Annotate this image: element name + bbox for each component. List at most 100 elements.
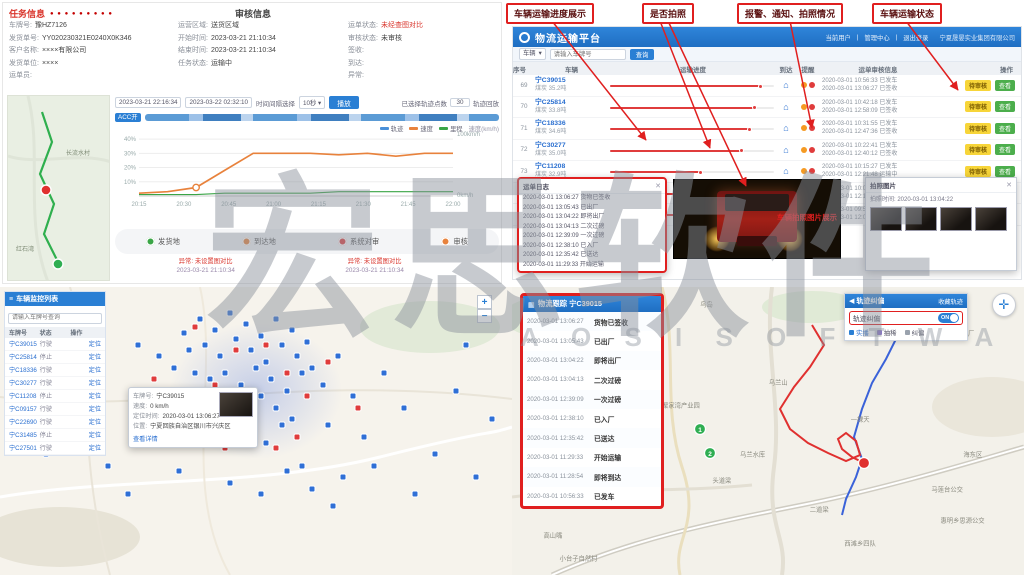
notify-icon[interactable] xyxy=(809,104,815,110)
vehicle-marker-blue[interactable] xyxy=(213,328,218,333)
correction-option[interactable]: 纠偏 xyxy=(905,328,925,337)
vehicle-marker-blue[interactable] xyxy=(279,423,284,428)
tracking-entry[interactable]: 2020-03-01 11:28:54即将到达 xyxy=(523,467,661,486)
vehicle-marker-red[interactable] xyxy=(274,446,279,451)
status-badge[interactable]: 待审核 xyxy=(965,101,991,112)
vehicle-marker-red[interactable] xyxy=(356,405,361,410)
zoom-in-button[interactable]: + xyxy=(477,295,492,309)
view-button[interactable]: 查看 xyxy=(995,123,1015,134)
tracking-entry[interactable]: 2020-03-01 12:35:42已送达 xyxy=(523,428,661,447)
vehicle-marker-blue[interactable] xyxy=(187,348,192,353)
view-button[interactable]: 查看 xyxy=(995,101,1015,112)
vehicle-marker-blue[interactable] xyxy=(274,316,279,321)
status-badge[interactable]: 待审核 xyxy=(965,123,991,134)
vehicle-marker-red[interactable] xyxy=(192,325,197,330)
compass-control[interactable]: ✛ xyxy=(992,293,1016,317)
close-icon[interactable]: ✕ xyxy=(655,182,661,190)
vehicle-marker-blue[interactable] xyxy=(289,328,294,333)
vehicle-marker-red[interactable] xyxy=(284,371,289,376)
tracking-entry[interactable]: 2020-03-01 13:05:43已出厂 xyxy=(523,331,661,350)
view-button[interactable]: 查看 xyxy=(995,80,1015,91)
vehicle-marker-blue[interactable] xyxy=(300,371,305,376)
vehicle-marker-blue[interactable] xyxy=(335,354,340,359)
vehicle-marker-red[interactable] xyxy=(264,342,269,347)
vehicle-marker-blue[interactable] xyxy=(223,371,228,376)
locate-link[interactable]: 定位 xyxy=(70,430,101,439)
vehicle-marker-blue[interactable] xyxy=(105,463,110,468)
vehicle-marker-blue[interactable] xyxy=(382,371,387,376)
vehicle-monitor-map[interactable]: ≡ 车辆监控列表 车牌号状态操作 宁C39015行驶定位宁C25814停止定位宁… xyxy=(0,287,512,575)
vehicle-marker-blue[interactable] xyxy=(474,475,479,480)
vehicle-marker-blue[interactable] xyxy=(330,503,335,508)
search-button[interactable]: 查询 xyxy=(630,49,655,60)
tracking-entry[interactable]: 2020-03-01 13:04:13二次过磅 xyxy=(523,370,661,389)
monitor-search-input[interactable] xyxy=(8,313,102,324)
vehicle-marker-blue[interactable] xyxy=(269,377,274,382)
vehicle-photo[interactable]: 车辆拍照图片展示 xyxy=(673,179,841,259)
vehicle-marker-blue[interactable] xyxy=(274,405,279,410)
vehicle-marker-blue[interactable] xyxy=(156,354,161,359)
vehicle-marker-blue[interactable] xyxy=(361,434,366,439)
notify-icon[interactable] xyxy=(809,125,815,131)
vehicle-marker-blue[interactable] xyxy=(489,417,494,422)
points-input[interactable]: 30 xyxy=(450,98,470,107)
timeline-node[interactable]: 发货地 xyxy=(146,237,180,247)
notify-icon[interactable] xyxy=(809,82,815,88)
vehicle-marker-red[interactable] xyxy=(233,348,238,353)
vehicle-marker-blue[interactable] xyxy=(284,469,289,474)
vehicle-select[interactable]: 车辆▾ xyxy=(519,48,546,60)
monitor-list-item[interactable]: 宁C31485停止定位 xyxy=(5,429,105,442)
tracking-entry[interactable]: 2020-03-01 10:56:33已发车 xyxy=(523,487,661,506)
vehicle-marker-blue[interactable] xyxy=(300,463,305,468)
tracking-entry[interactable]: 2020-03-01 12:38:10已入厂 xyxy=(523,409,661,428)
status-badge[interactable]: 待审核 xyxy=(965,144,991,155)
acc-status-bar[interactable] xyxy=(145,114,499,121)
vehicle-marker-blue[interactable] xyxy=(289,417,294,422)
play-button[interactable]: 播放 xyxy=(329,96,359,109)
map-pin-red[interactable] xyxy=(41,185,51,195)
zoom-out-button[interactable]: − xyxy=(477,309,492,323)
vehicle-marker-blue[interactable] xyxy=(228,480,233,485)
view-button[interactable]: 查看 xyxy=(995,144,1015,155)
locate-link[interactable]: 定位 xyxy=(70,417,101,426)
locate-link[interactable]: 定位 xyxy=(70,443,101,452)
vehicle-marker-blue[interactable] xyxy=(259,394,264,399)
correction-option[interactable]: 实播 xyxy=(849,328,869,337)
alarm-icon[interactable] xyxy=(801,125,807,131)
vehicle-marker-blue[interactable] xyxy=(182,331,187,336)
vehicle-marker-blue[interactable] xyxy=(197,316,202,321)
alarm-icon[interactable] xyxy=(801,104,807,110)
vehicle-marker-blue[interactable] xyxy=(433,452,438,457)
vehicle-marker-red[interactable] xyxy=(151,377,156,382)
vehicle-marker-blue[interactable] xyxy=(320,382,325,387)
vehicle-marker-blue[interactable] xyxy=(284,388,289,393)
vehicle-marker-blue[interactable] xyxy=(294,354,299,359)
notify-icon[interactable] xyxy=(809,168,815,174)
monitor-list-item[interactable]: 宁C11208停止定位 xyxy=(5,390,105,403)
alarm-icon[interactable] xyxy=(801,168,807,174)
tracking-entry[interactable]: 2020-03-01 12:39:09一次过磅 xyxy=(523,390,661,409)
timeline-node[interactable]: 系统对审 xyxy=(338,237,379,247)
timeline-node[interactable]: 审核 xyxy=(441,237,468,247)
vehicle-marker-blue[interactable] xyxy=(259,492,264,497)
vehicle-marker-blue[interactable] xyxy=(136,342,141,347)
status-badge[interactable]: 待审核 xyxy=(965,166,991,177)
vehicle-marker-blue[interactable] xyxy=(192,371,197,376)
vehicle-marker-blue[interactable] xyxy=(207,377,212,382)
locate-link[interactable]: 定位 xyxy=(70,339,101,348)
correction-option[interactable]: 抽稀 xyxy=(877,328,897,337)
range-start[interactable]: 2023-03-21 22:16:34 xyxy=(115,97,181,108)
status-badge[interactable]: 待审核 xyxy=(965,80,991,91)
tracking-entry[interactable]: 2020-03-01 11:29:33开始运输 xyxy=(523,448,661,467)
vehicle-marker-blue[interactable] xyxy=(341,475,346,480)
vehicle-marker-red[interactable] xyxy=(305,394,310,399)
vehicle-marker-blue[interactable] xyxy=(453,388,458,393)
table-row[interactable]: 72宁C30277煤炭 35.0吨⌂2020-03-01 10:22:41 已发… xyxy=(513,140,1021,162)
collect-track-link[interactable]: 收藏轨迹 xyxy=(938,297,963,306)
view-button[interactable]: 查看 xyxy=(995,166,1015,177)
vehicle-marker-blue[interactable] xyxy=(202,342,207,347)
locate-link[interactable]: 定位 xyxy=(70,352,101,361)
vehicle-marker-red[interactable] xyxy=(325,359,330,364)
mini-route-map[interactable]: 长流水村 红石湾 xyxy=(7,95,110,281)
vehicle-marker-blue[interactable] xyxy=(310,486,315,491)
